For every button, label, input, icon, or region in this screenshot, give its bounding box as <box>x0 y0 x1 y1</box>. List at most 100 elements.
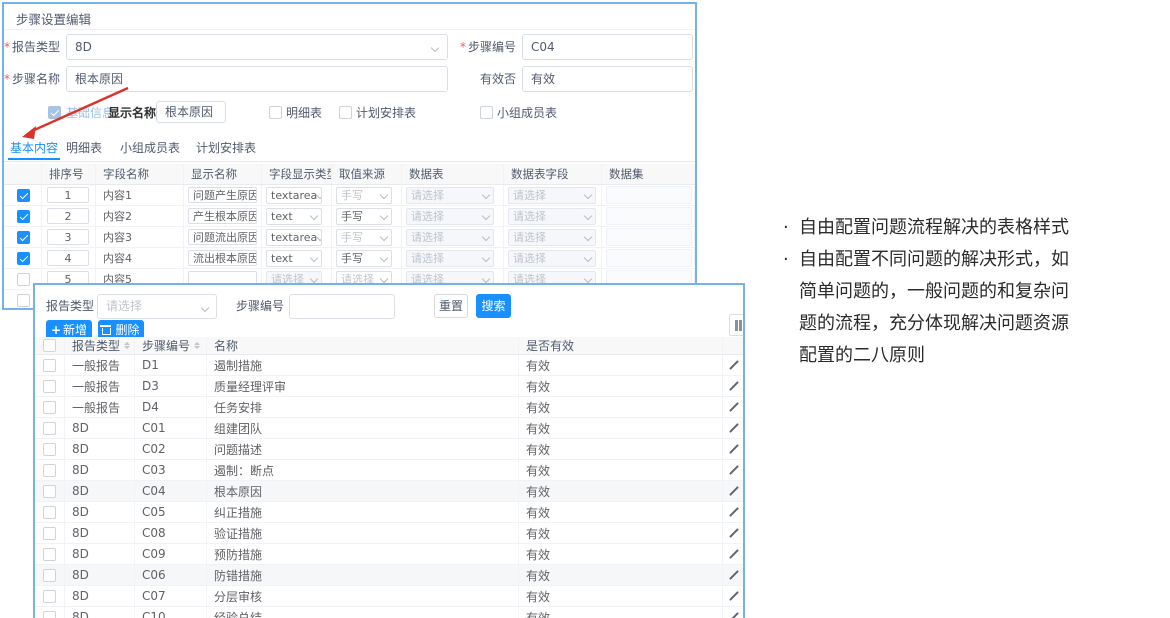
row-checkbox[interactable] <box>43 422 56 435</box>
value-source-select[interactable]: 手写 <box>336 187 392 204</box>
step-name-input[interactable]: 根本原因 <box>66 66 448 92</box>
display-name-input[interactable]: 流出根本原因 <box>188 250 257 266</box>
step-row[interactable]: 8DC10经验总结有效 <box>35 607 743 618</box>
member-table-checkbox[interactable] <box>480 106 493 119</box>
display-name-input[interactable]: 根本原因 <box>156 101 226 123</box>
display-name-input[interactable]: 产生根本原因 <box>188 208 257 224</box>
tab-detail-table[interactable]: 明细表 <box>66 138 102 160</box>
row-checkbox[interactable] <box>43 611 56 618</box>
edit-icon[interactable] <box>729 360 739 370</box>
order-input[interactable]: 4 <box>47 250 89 266</box>
edit-icon[interactable] <box>729 507 739 517</box>
data-table-select[interactable]: 请选择 <box>406 229 494 246</box>
search-report-type-select[interactable]: 请选择 <box>97 294 217 319</box>
row-checkbox[interactable] <box>43 569 56 582</box>
data-table-field-select[interactable]: 请选择 <box>508 208 596 225</box>
select-all-checkbox[interactable] <box>43 339 56 352</box>
field-type-select[interactable]: textarea <box>266 187 322 204</box>
field-row[interactable]: 1内容1问题产生原因textarea手写请选择请选择 <box>4 185 695 206</box>
reset-button[interactable]: 重置 <box>434 294 468 318</box>
field-type-select[interactable]: text <box>266 208 322 225</box>
edit-icon[interactable] <box>729 549 739 559</box>
valid-text: 有效 <box>526 567 550 584</box>
step-row[interactable]: 8DC08验证措施有效 <box>35 523 743 544</box>
order-input[interactable]: 1 <box>47 187 89 203</box>
row-checkbox[interactable] <box>43 527 56 540</box>
step-row[interactable]: 8DC01组建团队有效 <box>35 418 743 439</box>
valid-input[interactable]: 有效 <box>522 66 693 92</box>
base-info-checkbox[interactable] <box>48 106 61 119</box>
edit-icon[interactable] <box>729 381 739 391</box>
row-checkbox[interactable] <box>43 506 56 519</box>
display-name-input[interactable]: 问题流出原因 <box>188 229 257 245</box>
column-settings-button[interactable] <box>729 314 745 336</box>
row-checkbox[interactable] <box>43 401 56 414</box>
chevron-down-icon <box>482 254 490 262</box>
sort-icon[interactable] <box>124 339 130 352</box>
order-input[interactable]: 2 <box>47 208 89 224</box>
field-type-select[interactable]: textarea <box>266 229 322 246</box>
edit-icon[interactable] <box>729 423 739 433</box>
field-row[interactable]: 3内容3问题流出原因textarea手写请选择请选择 <box>4 227 695 248</box>
order-input[interactable]: 3 <box>47 229 89 245</box>
field-type-select[interactable]: text <box>266 250 322 267</box>
row-checkbox[interactable] <box>17 210 30 223</box>
row-checkbox[interactable] <box>17 231 30 244</box>
tab-team-members[interactable]: 小组成员表 <box>120 138 180 160</box>
row-checkbox[interactable] <box>17 273 30 286</box>
edit-icon[interactable] <box>729 528 739 538</box>
step-row[interactable]: 一般报告D3质量经理评审有效 <box>35 376 743 397</box>
row-checkbox[interactable] <box>43 380 56 393</box>
data-table-select[interactable]: 请选择 <box>406 187 494 204</box>
data-table-field-select[interactable]: 请选择 <box>508 250 596 267</box>
row-checkbox[interactable] <box>43 590 56 603</box>
dataset-cell <box>602 206 695 226</box>
data-table-field-select[interactable]: 请选择 <box>508 229 596 246</box>
value-source-select[interactable]: 手写 <box>336 208 392 225</box>
data-table-field-select[interactable]: 请选择 <box>508 187 596 204</box>
tab-basic-content[interactable]: 基本内容 <box>10 138 58 160</box>
search-button[interactable]: 搜索 <box>476 294 511 318</box>
plan-table-checkbox[interactable] <box>339 106 352 119</box>
report-type-select[interactable]: 8D <box>66 34 448 60</box>
edit-icon[interactable] <box>729 570 739 580</box>
value-source-select[interactable]: 手写 <box>336 229 392 246</box>
step-row[interactable]: 8DC06防错措施有效 <box>35 565 743 586</box>
display-name-input[interactable]: 问题产生原因 <box>188 187 257 203</box>
step-row[interactable]: 8DC07分层审核有效 <box>35 586 743 607</box>
edit-icon[interactable] <box>729 465 739 475</box>
row-checkbox[interactable] <box>43 464 56 477</box>
data-table-select[interactable]: 请选择 <box>406 250 494 267</box>
valid-text: 有效 <box>526 483 550 500</box>
edit-icon[interactable] <box>729 612 739 618</box>
step-row[interactable]: 8DC09预防措施有效 <box>35 544 743 565</box>
field-row[interactable]: 4内容4流出根本原因text手写请选择请选择 <box>4 248 695 269</box>
step-row[interactable]: 8DC05纠正措施有效 <box>35 502 743 523</box>
row-checkbox[interactable] <box>43 359 56 372</box>
step-row[interactable]: 8DC03遏制：断点有效 <box>35 460 743 481</box>
step-row[interactable]: 一般报告D1遏制措施有效 <box>35 355 743 376</box>
edit-icon[interactable] <box>729 402 739 412</box>
data-table-select[interactable]: 请选择 <box>406 208 494 225</box>
row-checkbox[interactable] <box>17 294 30 307</box>
edit-icon[interactable] <box>729 444 739 454</box>
step-row[interactable]: 一般报告D4任务安排有效 <box>35 397 743 418</box>
sort-icon[interactable] <box>194 339 200 352</box>
step-row[interactable]: 8DC04根本原因有效 <box>35 481 743 502</box>
valid-cell: 有效 <box>519 397 723 417</box>
value-source-select[interactable]: 手写 <box>336 250 392 267</box>
search-step-no-input[interactable] <box>289 294 395 319</box>
tab-plan-schedule[interactable]: 计划安排表 <box>196 138 256 160</box>
row-checkbox[interactable] <box>17 252 30 265</box>
detail-table-checkbox[interactable] <box>269 106 282 119</box>
edit-icon[interactable] <box>729 591 739 601</box>
row-checkbox[interactable] <box>43 485 56 498</box>
row-checkbox[interactable] <box>17 189 30 202</box>
step-row[interactable]: 8DC02问题描述有效 <box>35 439 743 460</box>
edit-icon[interactable] <box>729 486 739 496</box>
row-checkbox[interactable] <box>43 443 56 456</box>
row-checkbox[interactable] <box>43 548 56 561</box>
field-row[interactable]: 2内容2产生根本原因text手写请选择请选择 <box>4 206 695 227</box>
step-no-input[interactable]: C04 <box>522 34 693 60</box>
chevron-down-icon <box>380 254 388 262</box>
